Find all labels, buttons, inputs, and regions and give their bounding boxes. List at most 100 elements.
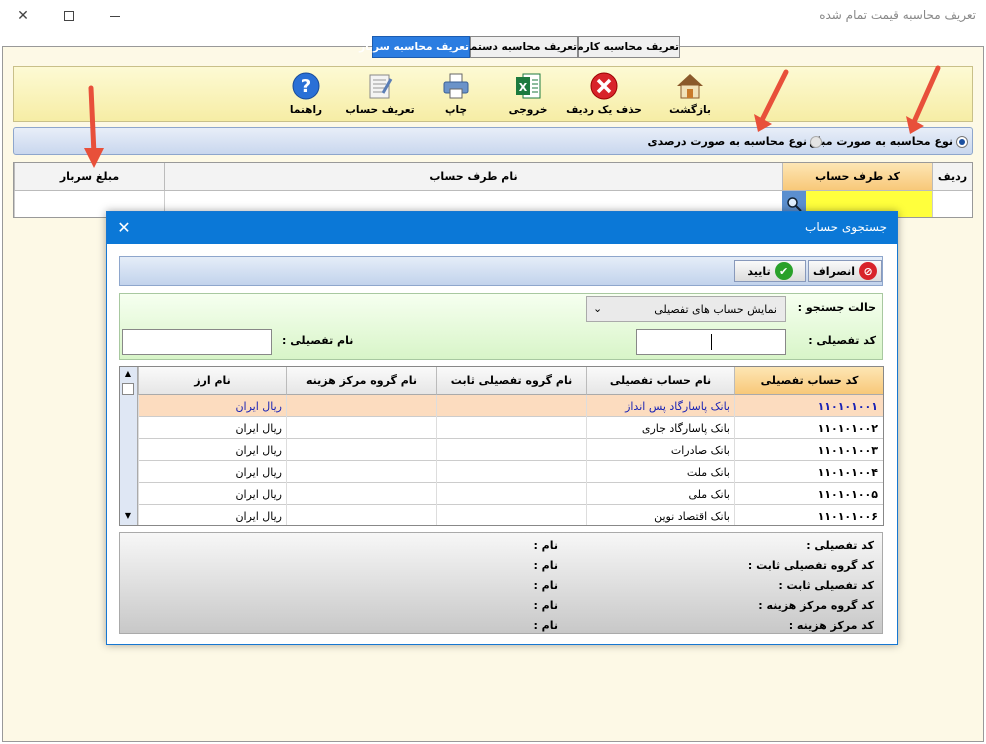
- radio-amount[interactable]: نوع محاسبه به صورت مبلغ: [809, 135, 968, 148]
- info-panel: کد تفصیلی : نام : کد گروه تفصیلی ثابت : نام…: [119, 532, 883, 634]
- table-row[interactable]: ۱۱۰۱۰۱۰۰۴ بانک ملت ریال ایران: [138, 461, 883, 483]
- scroll-up-icon[interactable]: ▲: [122, 369, 134, 379]
- cell-cost-center-group: [286, 505, 436, 525]
- close-button[interactable]: ✕: [0, 0, 46, 32]
- cell-fixed-group: [436, 505, 586, 525]
- info-name-label: نام :: [533, 619, 558, 632]
- cancel-icon: ⊘: [859, 262, 878, 280]
- table-row[interactable]: ۱۱۰۱۰۱۰۰۶ بانک اقتصاد نوین ریال ایران: [138, 505, 883, 525]
- info-name-label: نام :: [533, 539, 558, 552]
- close-icon: ✕: [117, 217, 131, 237]
- tab-overhead[interactable]: تعریف محاسبه سربار: [359, 36, 470, 58]
- cell-currency: ریال ایران: [138, 483, 286, 505]
- cell-fixed-group: [436, 439, 586, 461]
- help-button[interactable]: ? راهنما: [282, 67, 330, 123]
- cancel-button[interactable]: ⊘ انصراف: [808, 260, 882, 282]
- info-label: کد تفصیلی :: [806, 539, 874, 552]
- col-fixed-group[interactable]: نام گروه تفصیلی ثابت: [436, 367, 586, 395]
- svg-text:?: ?: [301, 76, 311, 97]
- back-button[interactable]: بازگشت: [662, 67, 718, 123]
- table-row[interactable]: ۱۱۰۱۰۱۰۰۳ بانک صادرات ریال ایران: [138, 439, 883, 461]
- table-row[interactable]: ۱۱۰۱۰۱۰۰۵ بانک ملی ریال ایران: [138, 483, 883, 505]
- col-detail-name[interactable]: نام حساب تفصیلی: [586, 367, 734, 395]
- search-mode-label: حالت جستجو :: [797, 301, 876, 314]
- tab-wage[interactable]: تعریف محاسبه دستمزد: [459, 36, 578, 58]
- account-search-dialog: جستجوی حساب ✕ ⊘ انصراف ✔ تایید حالت جستج…: [106, 211, 898, 645]
- cell-currency: ریال ایران: [138, 439, 286, 461]
- radio-selected-icon: [956, 135, 968, 148]
- minimize-icon: [110, 15, 120, 17]
- maximize-button[interactable]: [46, 0, 92, 32]
- header-row: ردیف: [932, 163, 972, 191]
- magnifier-icon: [787, 197, 802, 212]
- radio-unselected-icon: [810, 135, 822, 148]
- delete-row-button[interactable]: حذف یک ردیف: [562, 67, 646, 123]
- cell-fixed-group: [436, 483, 586, 505]
- cell-cost-center-group: [286, 439, 436, 461]
- export-button[interactable]: X خروجی: [504, 67, 552, 123]
- scroll-thumb[interactable]: [122, 383, 134, 395]
- svg-text:X: X: [519, 81, 528, 94]
- cell-detail-code: ۱۱۰۱۰۱۰۰۲: [734, 417, 883, 439]
- radio-percent[interactable]: نوع محاسبه به صورت درصدی: [648, 135, 822, 148]
- cell-fixed-group: [436, 417, 586, 439]
- window-title: تعریف محاسبه قیمت تمام شده: [819, 8, 976, 22]
- cell-fixed-group: [436, 461, 586, 483]
- table-row[interactable]: ۱۱۰۱۰۱۰۰۲ بانک پاسارگاد جاری ریال ایران: [138, 417, 883, 439]
- confirm-button[interactable]: ✔ تایید: [734, 260, 806, 282]
- cell-detail-code: ۱۱۰۱۰۱۰۰۵: [734, 483, 883, 505]
- search-panel: حالت جستجو : نمایش حساب های تفصیلی ⌄ کد …: [119, 293, 883, 360]
- annotation-arrow-icon: [84, 85, 104, 168]
- info-name-label: نام :: [533, 559, 558, 572]
- cell-currency: ریال ایران: [138, 461, 286, 483]
- title-bar: تعریف محاسبه قیمت تمام شده ✕: [0, 0, 986, 32]
- annotation-arrow-icon: [754, 69, 789, 132]
- info-label: کد گروه تفصیلی ثابت :: [747, 559, 874, 572]
- cell-detail-name: بانک پاسارگاد جاری: [586, 417, 734, 439]
- cell-cost-center-group: [286, 417, 436, 439]
- chevron-down-icon: ⌄: [593, 302, 603, 315]
- print-button[interactable]: چاپ: [432, 67, 480, 123]
- check-icon: ✔: [774, 262, 793, 280]
- help-icon: ?: [291, 71, 321, 101]
- home-icon: [675, 71, 705, 101]
- maximize-icon: [64, 11, 74, 21]
- search-mode-select[interactable]: نمایش حساب های تفصیلی ⌄: [586, 296, 786, 322]
- info-label: کد مرکز هزینه :: [788, 619, 874, 632]
- excel-icon: X: [513, 71, 543, 101]
- dialog-toolbar: ⊘ انصراف ✔ تایید: [119, 256, 883, 286]
- header-account-name: نام طرف حساب: [164, 163, 782, 191]
- col-cost-center-group[interactable]: نام گروه مرکز هزینه: [286, 367, 436, 395]
- dialog-title: جستجوی حساب: [805, 220, 887, 234]
- detail-accounts-grid: ▲ ▼ کد حساب تفصیلی نام حساب تفصیلی نام گ…: [119, 366, 884, 526]
- info-name-label: نام :: [533, 579, 558, 592]
- minimize-button[interactable]: [92, 0, 138, 32]
- printer-icon: [441, 71, 471, 101]
- table-row[interactable]: ۱۱۰۱۰۱۰۰۱ بانک پاسارگاد پس انداز ریال ایرا…: [138, 395, 883, 417]
- cell-cost-center-group: [286, 483, 436, 505]
- col-detail-code[interactable]: کد حساب تفصیلی: [734, 367, 883, 395]
- info-name-label: نام :: [533, 599, 558, 612]
- detail-name-input[interactable]: [122, 329, 272, 355]
- cell-currency: ریال ایران: [138, 417, 286, 439]
- text-cursor: [711, 334, 712, 350]
- cell-detail-name: بانک ملی: [586, 483, 734, 505]
- detail-code-input[interactable]: [636, 329, 786, 355]
- cell-detail-name: بانک پاسارگاد پس انداز: [586, 395, 734, 417]
- cell-currency: ریال ایران: [138, 505, 286, 525]
- detail-code-label: کد تفصیلی :: [808, 334, 876, 347]
- grid-scrollbar[interactable]: ▲ ▼: [120, 367, 138, 525]
- cell-detail-code: ۱۱۰۱۰۱۰۰۶: [734, 505, 883, 525]
- scroll-down-icon[interactable]: ▼: [122, 511, 134, 521]
- close-icon: ✕: [17, 8, 29, 24]
- tab-fee[interactable]: تعریف محاسبه کارمزد: [565, 36, 680, 58]
- col-currency[interactable]: نام ارز: [138, 367, 286, 395]
- overhead-grid: ردیف کد طرف حساب نام طرف حساب مبلغ سربار: [13, 162, 973, 218]
- cell-cost-center-group: [286, 461, 436, 483]
- define-account-button[interactable]: تعریف حساب: [344, 67, 416, 123]
- dialog-close-button[interactable]: ✕: [113, 216, 135, 238]
- cell-fixed-group: [436, 395, 586, 417]
- cell-detail-code: ۱۱۰۱۰۱۰۰۴: [734, 461, 883, 483]
- cell-cost-center-group: [286, 395, 436, 417]
- header-account-code: کد طرف حساب: [782, 163, 932, 191]
